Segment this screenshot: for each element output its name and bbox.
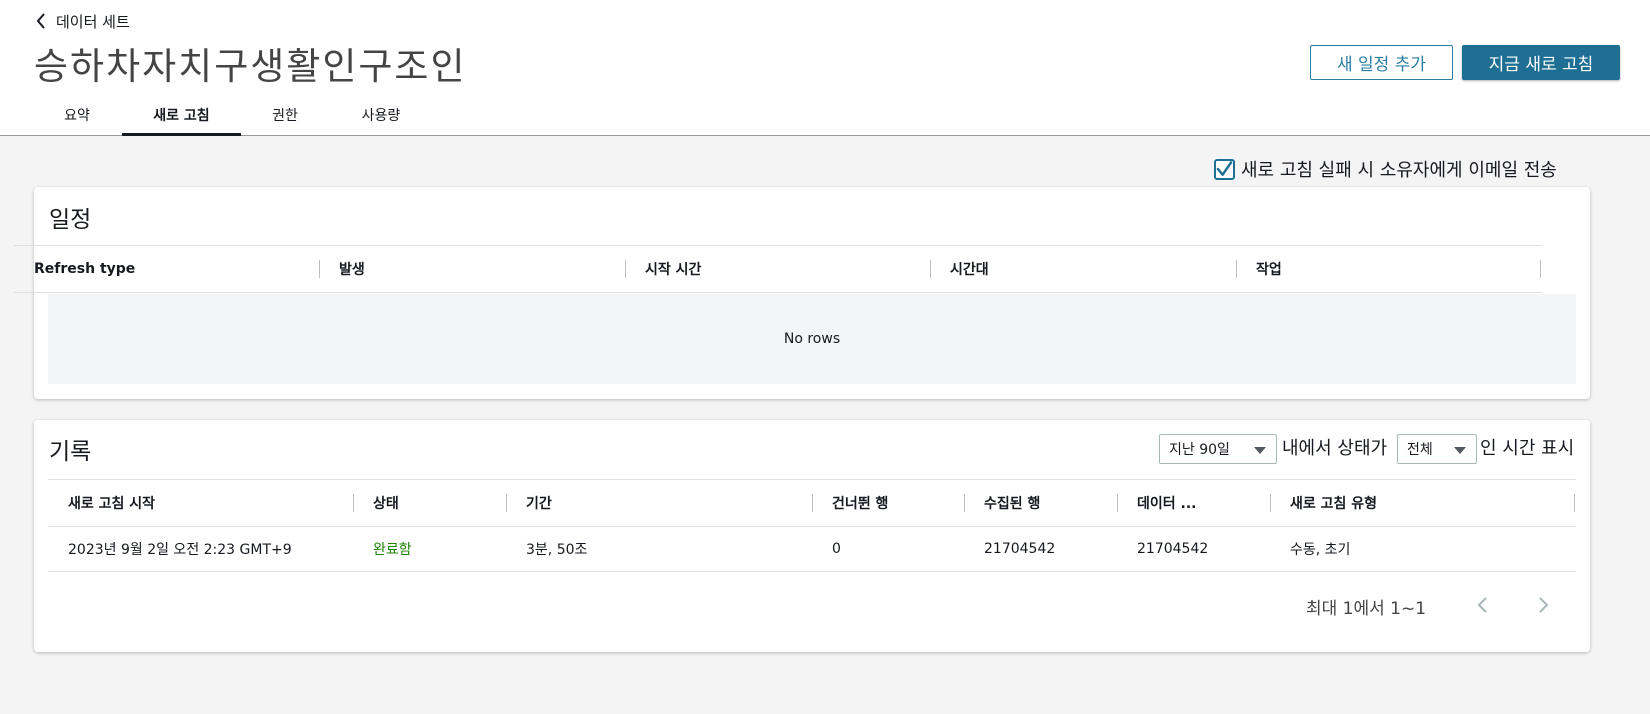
schedule-title: 일정: [49, 207, 92, 233]
email-on-failure-checkbox[interactable]: [1214, 158, 1235, 180]
history-cell-refresh-type: 수동, 초기: [1290, 542, 1351, 558]
filter-text-end: 인 시간 표시: [1480, 438, 1575, 459]
chevron-right-icon[interactable]: [1533, 595, 1553, 615]
history-cell-skipped-rows: 0: [832, 541, 841, 557]
column-divider[interactable]: [319, 260, 320, 278]
history-col-ingested-rows[interactable]: 수집된 행: [984, 480, 1040, 526]
email-on-failure-label: 새로 고침 실패 시 소유자에게 이메일 전송: [1241, 160, 1557, 181]
page-header: 데이터 세트 승하차자치구생활인구조인 새 일정 추가 지금 새로 고침 요약 …: [0, 0, 1650, 136]
tab-permissions[interactable]: 권한: [268, 100, 302, 136]
column-divider[interactable]: [625, 260, 626, 278]
checkmark-icon: [1216, 161, 1233, 176]
column-divider[interactable]: [1270, 494, 1271, 512]
refresh-now-button[interactable]: 지금 새로 고침: [1462, 45, 1620, 80]
status-select-value: 전체: [1407, 442, 1433, 458]
pagination-summary: 최대 1에서 1~1: [1306, 599, 1427, 619]
column-divider[interactable]: [964, 494, 965, 512]
chevron-left-icon[interactable]: [1473, 595, 1493, 615]
back-link-label: 데이터 세트: [56, 12, 130, 31]
history-col-duration[interactable]: 기간: [526, 480, 552, 526]
back-to-datasets-link[interactable]: 데이터 세트: [36, 10, 130, 32]
email-on-failure-option[interactable]: 새로 고침 실패 시 소유자에게 이메일 전송: [1214, 156, 1557, 182]
history-cell-data: 21704542: [1137, 541, 1209, 557]
tab-bar: 요약 새로 고침 권한 사용량: [0, 100, 1650, 136]
column-divider[interactable]: [1540, 260, 1541, 278]
history-cell-duration: 3분, 50조: [526, 542, 588, 558]
history-table-row: 2023년 9월 2일 오전 2:23 GMT+9 완료함 3분, 50조 0 …: [48, 527, 1576, 572]
schedule-table-header: Refresh type 발생 시작 시간 시간대 작업: [14, 245, 1542, 293]
column-divider[interactable]: [506, 494, 507, 512]
history-col-status[interactable]: 상태: [373, 480, 399, 526]
column-divider[interactable]: [1236, 260, 1237, 278]
tab-summary[interactable]: 요약: [58, 100, 96, 136]
schedule-col-start-time[interactable]: 시작 시간: [645, 246, 701, 292]
history-title: 기록: [49, 439, 92, 465]
period-select-value: 지난 90일: [1169, 442, 1230, 458]
history-cell-refresh-start: 2023년 9월 2일 오전 2:23 GMT+9: [68, 542, 292, 558]
caret-down-icon: [1454, 447, 1466, 454]
schedule-col-refresh-type[interactable]: Refresh type: [34, 246, 135, 292]
column-divider[interactable]: [1117, 494, 1118, 512]
schedule-col-actions[interactable]: 작업: [1256, 246, 1282, 292]
history-col-refresh-start[interactable]: 새로 고침 시작: [68, 480, 155, 526]
column-divider[interactable]: [930, 260, 931, 278]
filter-text-middle: 내에서 상태가: [1282, 438, 1388, 459]
add-schedule-button[interactable]: 새 일정 추가: [1310, 45, 1453, 80]
column-divider[interactable]: [1574, 494, 1575, 512]
history-col-skipped-rows[interactable]: 건너뛴 행: [832, 480, 888, 526]
history-table-header: 새로 고침 시작 상태 기간 건너뛴 행 수집된 행 데이터 ... 새로 고침…: [48, 479, 1576, 527]
history-col-data[interactable]: 데이터 ...: [1137, 480, 1196, 526]
caret-down-icon: [1254, 447, 1266, 454]
schedule-empty-state: No rows: [48, 294, 1576, 384]
tab-refresh[interactable]: 새로 고침: [122, 100, 241, 136]
status-select[interactable]: 전체: [1397, 434, 1477, 464]
period-select[interactable]: 지난 90일: [1159, 434, 1277, 464]
page-title: 승하차자치구생활인구조인: [34, 45, 467, 88]
schedule-col-timezone[interactable]: 시간대: [950, 246, 989, 292]
history-cell-status: 완료함: [373, 542, 412, 558]
history-col-refresh-type[interactable]: 새로 고침 유형: [1290, 480, 1377, 526]
column-divider[interactable]: [812, 494, 813, 512]
column-divider[interactable]: [353, 494, 354, 512]
chevron-left-icon: [36, 13, 45, 29]
history-cell-ingested-rows: 21704542: [984, 541, 1056, 557]
schedule-col-occurrence[interactable]: 발생: [339, 246, 365, 292]
tab-usage[interactable]: 사용량: [357, 100, 405, 136]
